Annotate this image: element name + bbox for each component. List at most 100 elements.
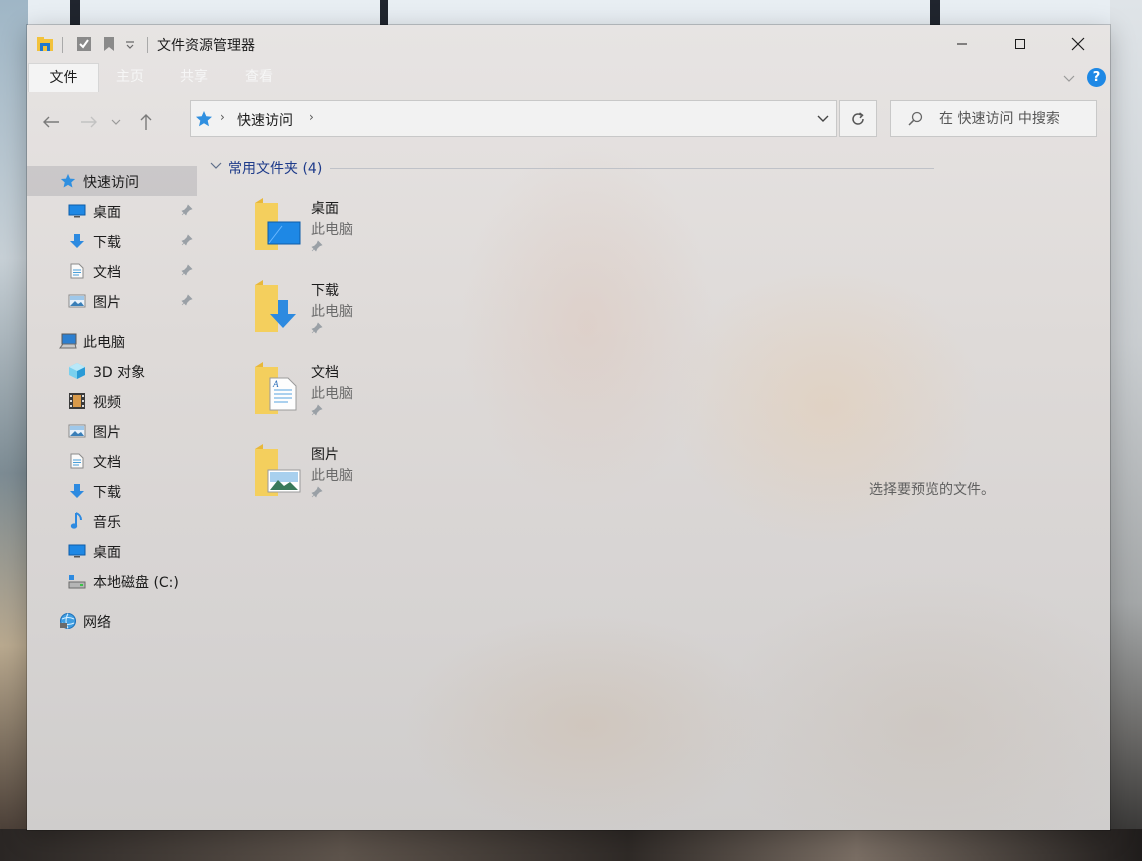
window-title: 文件资源管理器 bbox=[157, 38, 255, 54]
recent-locations-button[interactable] bbox=[109, 109, 123, 135]
nav-item-label: 下载 bbox=[93, 235, 121, 251]
folder-tile-downloads[interactable]: 下载 此电脑 bbox=[252, 280, 432, 350]
desktop-background-right bbox=[1110, 0, 1142, 861]
nav-item-downloads[interactable]: 下载 bbox=[27, 226, 197, 256]
folder-location: 此电脑 bbox=[311, 386, 353, 402]
nav-item-label: 图片 bbox=[93, 425, 121, 441]
network-icon bbox=[59, 613, 77, 629]
pin-icon bbox=[181, 294, 193, 310]
nav-item-label: 图片 bbox=[93, 295, 121, 311]
collapse-chevron-icon[interactable] bbox=[210, 159, 222, 175]
forward-button[interactable] bbox=[76, 109, 102, 135]
folder-location: 此电脑 bbox=[311, 304, 353, 320]
download-icon bbox=[68, 483, 86, 499]
nav-item-desktop[interactable]: 桌面 bbox=[27, 536, 197, 566]
breadcrumb-quick-access[interactable]: 快速访问 bbox=[237, 110, 293, 130]
nav-item-pictures[interactable]: 图片 bbox=[27, 286, 197, 316]
close-icon bbox=[1071, 37, 1085, 51]
explorer-app-icon[interactable] bbox=[35, 34, 55, 54]
back-arrow-icon bbox=[43, 116, 59, 128]
nav-item-videos[interactable]: 视频 bbox=[27, 386, 197, 416]
computer-icon bbox=[59, 333, 77, 349]
close-button[interactable] bbox=[1049, 25, 1107, 63]
expand-ribbon-chevron-icon[interactable] bbox=[1063, 71, 1075, 87]
music-icon bbox=[68, 512, 86, 529]
nav-item-label: 文档 bbox=[93, 265, 121, 281]
nav-item-desktop[interactable]: 桌面 bbox=[27, 196, 197, 226]
nav-this-pc-label: 此电脑 bbox=[83, 335, 125, 351]
nav-item-documents[interactable]: 文档 bbox=[27, 256, 197, 286]
pin-icon bbox=[181, 204, 193, 220]
nav-item-local-disk[interactable]: 本地磁盘 (C:) bbox=[27, 566, 197, 596]
pin-icon bbox=[311, 322, 323, 338]
nav-quick-access[interactable]: 快速访问 bbox=[27, 166, 197, 196]
properties-quick-icon[interactable] bbox=[75, 34, 93, 54]
nav-item-documents[interactable]: 文档 bbox=[27, 446, 197, 476]
folder-location: 此电脑 bbox=[311, 222, 353, 238]
forward-arrow-icon bbox=[81, 116, 97, 128]
nav-network-label: 网络 bbox=[83, 615, 111, 631]
nav-item-label: 下载 bbox=[93, 485, 121, 501]
nav-item-3d-objects[interactable]: 3D 对象 bbox=[27, 356, 197, 386]
nav-item-label: 桌面 bbox=[93, 545, 121, 561]
tab-share[interactable]: 共享 bbox=[165, 63, 223, 91]
address-bar[interactable]: › 快速访问 › bbox=[190, 100, 837, 137]
local-disk-icon bbox=[68, 573, 86, 589]
pin-icon bbox=[311, 486, 323, 502]
desktop-icon bbox=[68, 203, 86, 219]
preview-pane-message: 选择要预览的文件。 bbox=[869, 482, 995, 498]
nav-item-label: 文档 bbox=[93, 455, 121, 471]
group-title: 常用文件夹 (4) bbox=[228, 161, 323, 177]
nav-item-label: 本地磁盘 (C:) bbox=[93, 575, 179, 591]
pin-icon bbox=[311, 404, 323, 420]
maximize-button[interactable] bbox=[991, 25, 1049, 63]
nav-item-music[interactable]: 音乐 bbox=[27, 506, 197, 536]
folder-tile-pictures[interactable]: 图片 此电脑 bbox=[252, 444, 432, 514]
folder-document-icon: A bbox=[252, 362, 304, 414]
nav-item-downloads[interactable]: 下载 bbox=[27, 476, 197, 506]
folder-desktop-icon bbox=[252, 198, 304, 250]
nav-item-label: 桌面 bbox=[93, 205, 121, 221]
quick-access-star-icon bbox=[59, 173, 77, 189]
pin-icon bbox=[181, 234, 193, 250]
document-icon bbox=[68, 453, 86, 469]
nav-item-label: 3D 对象 bbox=[93, 365, 146, 381]
picture-icon bbox=[68, 293, 86, 309]
minimize-button[interactable] bbox=[933, 25, 991, 63]
up-arrow-icon bbox=[140, 114, 152, 130]
folder-download-icon bbox=[252, 280, 304, 332]
nav-network[interactable]: 网络 bbox=[27, 606, 197, 636]
nav-quick-access-label: 快速访问 bbox=[83, 175, 139, 191]
nav-this-pc[interactable]: 此电脑 bbox=[27, 326, 197, 356]
search-icon bbox=[907, 111, 923, 131]
document-icon bbox=[68, 263, 86, 279]
desktop-background-left bbox=[0, 0, 28, 861]
tab-file[interactable]: 文件 bbox=[28, 63, 99, 92]
folder-name: 桌面 bbox=[311, 201, 339, 217]
folder-name: 图片 bbox=[311, 447, 339, 463]
nav-item-label: 视频 bbox=[93, 395, 121, 411]
address-history-chevron-icon[interactable] bbox=[816, 111, 830, 129]
search-box[interactable] bbox=[890, 100, 1097, 137]
customize-toolbar-chevron-icon[interactable] bbox=[124, 34, 136, 54]
title-separator bbox=[147, 37, 148, 53]
help-icon[interactable]: ? bbox=[1087, 68, 1106, 87]
refresh-icon bbox=[852, 111, 864, 125]
chevron-down-icon bbox=[111, 119, 121, 125]
tab-view[interactable]: 查看 bbox=[230, 63, 288, 91]
download-icon bbox=[68, 233, 86, 249]
tab-home[interactable]: 主页 bbox=[101, 63, 159, 91]
search-input[interactable] bbox=[939, 108, 1089, 130]
picture-icon bbox=[68, 423, 86, 439]
refresh-button[interactable] bbox=[839, 100, 877, 137]
quick-access-star-icon bbox=[195, 110, 213, 132]
new-folder-quick-icon[interactable] bbox=[101, 34, 117, 54]
back-button[interactable] bbox=[38, 109, 64, 135]
breadcrumb-separator-icon[interactable]: › bbox=[309, 110, 314, 124]
maximize-icon bbox=[1015, 39, 1025, 49]
nav-item-pictures[interactable]: 图片 bbox=[27, 416, 197, 446]
folder-tile-desktop[interactable]: 桌面 此电脑 bbox=[252, 198, 432, 268]
pin-icon bbox=[311, 240, 323, 256]
folder-tile-documents[interactable]: A 文档 此电脑 bbox=[252, 362, 432, 432]
up-button[interactable] bbox=[133, 109, 159, 135]
